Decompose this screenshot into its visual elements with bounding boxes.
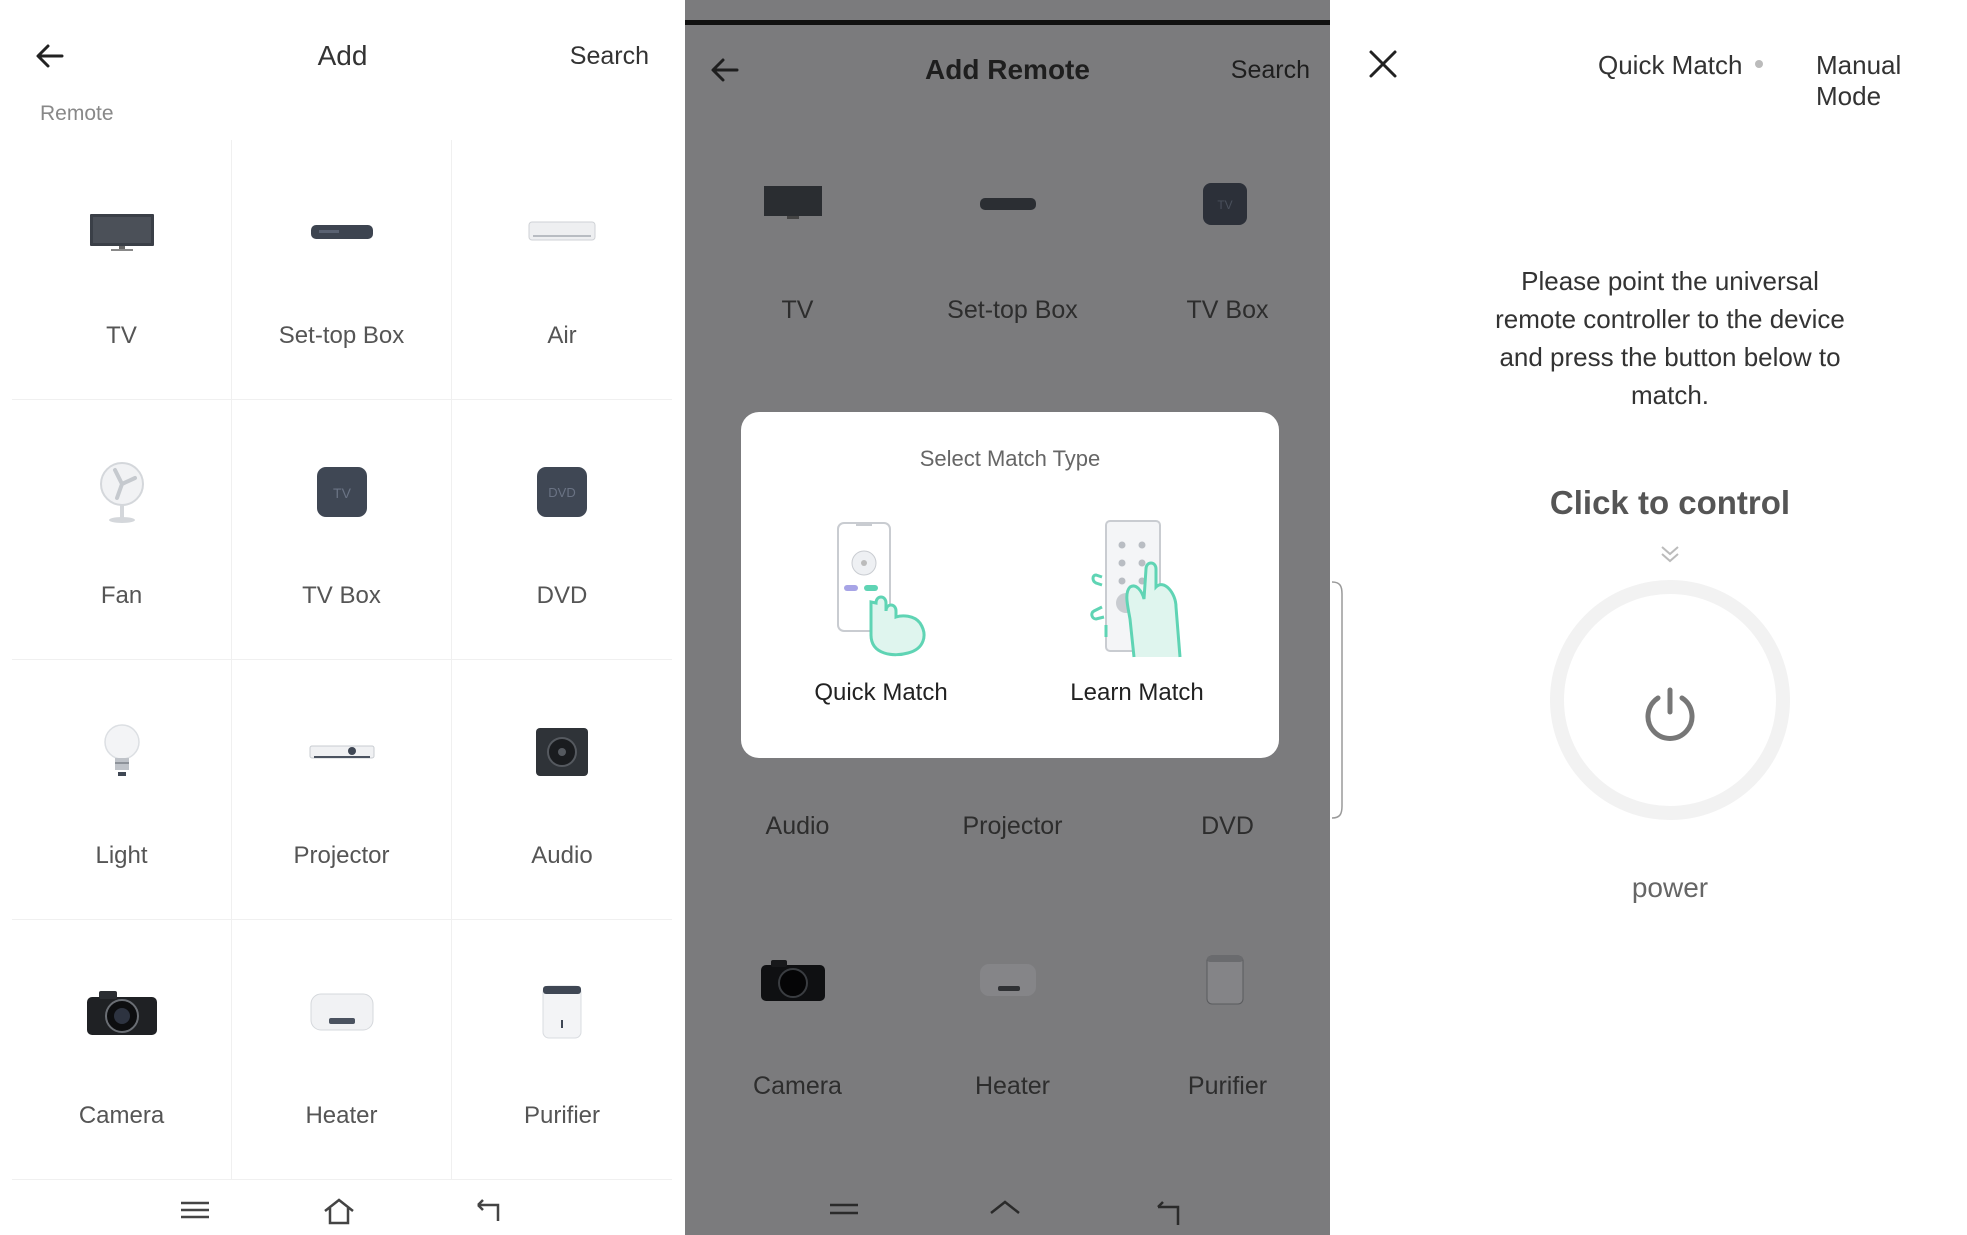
device-label: Heater [305,1102,378,1129]
purifier-icon[interactable] [1185,950,1265,1010]
device-label[interactable]: Purifier [1120,1072,1330,1101]
quick-match-label[interactable]: Quick Match [771,679,991,707]
learn-match-option[interactable]: Learn Match [1027,507,1247,747]
section-label: Remote [40,102,114,125]
tv-box-icon[interactable]: TV [1185,174,1265,234]
quick-match-illustration-icon [837,522,926,657]
camera-icon[interactable] [753,950,833,1010]
tab-quick-match[interactable]: Quick Match [1598,50,1743,81]
svg-text:DVD: DVD [548,485,575,500]
svg-text:TV: TV [333,485,352,501]
device-label[interactable]: TV [690,296,905,325]
side-bracket [1331,581,1343,819]
system-navbar [0,1187,685,1235]
tv-box-icon: TV [302,462,382,522]
quick-match-screen: Quick Match Manual Mode Please point the… [1330,0,1967,1235]
device-label: Air [547,322,577,349]
top-divider [685,20,1330,25]
fan-icon [82,462,162,523]
device-tile-dvd[interactable]: DVD DVD [452,400,672,660]
learn-match-label[interactable]: Learn Match [1027,679,1247,707]
device-label: Fan [100,582,143,609]
back-nav-icon[interactable] [1150,1195,1184,1225]
device-label: Audio [531,842,593,869]
power-label: power [1631,872,1709,903]
search-button[interactable]: Search [570,42,649,71]
tv-icon [82,202,162,262]
quick-match-option[interactable]: Quick Match [771,507,991,747]
header: Add Search [0,0,685,110]
device-label[interactable]: Set-top Box [905,296,1120,325]
match-type-dialog: Select Match Type Quick Match Learn Matc… [741,412,1279,758]
double-chevron-down-icon [1661,546,1679,563]
device-label: TV [106,322,137,349]
device-tile-light[interactable]: Light [12,660,232,920]
device-label: Light [95,842,148,869]
click-to-control-label: Click to control [1549,484,1791,521]
add-device-screen: Add Search Remote TV Set-top Box Air Fan… [0,0,685,1235]
device-tile-camera[interactable]: Camera [12,920,232,1180]
instruction-text: Please point the universal remote contro… [1495,266,1845,410]
set-top-box-icon[interactable] [968,174,1048,234]
device-tile-tv-box[interactable]: TV TV Box [232,400,452,660]
device-label[interactable]: Audio [690,812,905,841]
close-icon[interactable] [1367,48,1399,80]
device-tile-fan[interactable]: Fan [12,400,232,660]
device-tile-projector[interactable]: Projector [232,660,452,920]
air-conditioner-icon [522,202,602,262]
device-label[interactable]: TV Box [1120,296,1330,325]
device-tile-air[interactable]: Air [452,140,672,400]
system-navbar [685,1187,1330,1235]
device-label[interactable]: Heater [905,1072,1120,1101]
device-label[interactable]: DVD [1120,812,1330,841]
home-icon[interactable] [322,1195,356,1225]
back-nav-icon[interactable] [470,1195,504,1225]
device-tile-audio[interactable]: Audio [452,660,672,920]
device-tile-heater[interactable]: Heater [232,920,452,1180]
light-bulb-icon [82,722,162,782]
device-label[interactable]: Camera [690,1072,905,1101]
menu-icon[interactable] [827,1195,861,1225]
camera-icon [82,982,162,1042]
device-tile-set-top-box[interactable]: Set-top Box [232,140,452,400]
heater-icon[interactable] [968,950,1048,1010]
add-remote-screen: Add Remote Search TV Set-top Box TV TV B… [685,0,1330,1235]
device-label: Camera [78,1102,165,1129]
device-label: Projector [293,842,390,869]
purifier-icon [522,982,602,1042]
heater-icon [302,982,382,1042]
set-top-box-icon [302,202,382,262]
audio-speaker-icon [522,722,602,782]
dialog-title: Select Match Type [919,446,1101,471]
active-tab-indicator [1755,60,1763,68]
device-tile-purifier[interactable]: Purifier [452,920,672,1180]
svg-text:TV: TV [1217,198,1232,212]
device-grid: TV Set-top Box Air Fan TV TV Box DVD DVD… [12,140,672,1180]
search-button[interactable]: Search [1231,56,1310,85]
device-label: DVD [536,582,588,609]
dvd-icon: DVD [522,462,602,522]
device-tile-tv[interactable]: TV [12,140,232,400]
device-label: Purifier [523,1102,601,1129]
device-label: TV Box [302,582,381,609]
projector-icon [302,722,382,782]
power-icon[interactable] [1640,684,1700,744]
home-icon[interactable] [988,1195,1022,1225]
tab-manual-mode[interactable]: Manual Mode [1816,50,1967,112]
tv-icon[interactable] [753,174,833,234]
device-label: Set-top Box [278,322,405,349]
device-label[interactable]: Projector [905,812,1120,841]
menu-icon[interactable] [178,1195,212,1225]
learn-match-illustration-icon [1090,520,1182,658]
